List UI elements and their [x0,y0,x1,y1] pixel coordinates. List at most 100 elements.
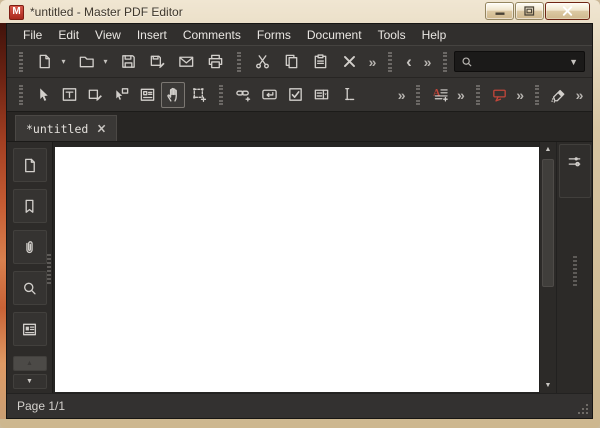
status-bar: Page 1/1 [7,393,592,418]
maximize-button[interactable] [515,2,544,20]
scrollbar-track[interactable] [540,157,556,378]
bookmarks-panel-button[interactable] [12,189,47,223]
edit-text-tool-button[interactable] [57,82,81,108]
document-page[interactable] [55,147,539,392]
search-icon [461,56,473,68]
minimize-button[interactable] [485,2,514,20]
menu-view[interactable]: View [87,26,129,44]
select-annotation-tool-button[interactable] [109,82,133,108]
menu-document[interactable]: Document [299,26,370,44]
search-input[interactable] [477,54,566,69]
sidebar-splitter-handle[interactable] [47,254,51,284]
menu-comments[interactable]: Comments [175,26,249,44]
open-document-button[interactable] [73,49,100,75]
open-document-dropdown[interactable]: ▾ [101,49,112,75]
toolbar-grip[interactable] [475,84,480,105]
comment-tools-overflow[interactable]: » [514,82,527,108]
select-tool-button[interactable] [31,82,55,108]
vertical-scrollbar[interactable]: ▲ ▼ [539,142,556,393]
cut-button[interactable] [249,49,276,75]
tab-close-icon[interactable] [97,124,106,133]
app-window: M *untitled - Master PDF Editor File Edit… [0,0,600,428]
forms-panel-button[interactable] [12,312,47,346]
main-toolbar: ▾ ▾» ‹» ▼ [7,45,592,78]
menu-forms[interactable]: Forms [249,26,299,44]
attachments-panel-button[interactable] [12,230,47,264]
search-dropdown-icon[interactable]: ▼ [569,57,578,67]
tools-toolbar: » A » » » [7,78,592,112]
sidebar-scroll-up-icon[interactable]: ▲ [12,356,47,371]
form-tools-overflow[interactable]: » [395,82,408,108]
sliders-icon [566,153,583,197]
navigation-overflow[interactable]: » [420,49,435,75]
toolbar-grip[interactable] [237,51,241,72]
win-close-icon [562,6,573,16]
right-panel [556,142,592,393]
form-view-button[interactable] [135,82,159,108]
app-logo-icon: M [9,4,24,20]
menu-insert[interactable]: Insert [129,26,175,44]
toolbar-grip[interactable] [19,51,23,72]
document-tab-bar: *untitled [7,112,592,142]
content-area: ▲ ▼ ▲ ▼ [7,142,592,393]
win-maximize-icon [524,6,535,16]
right-panel-splitter-handle[interactable] [572,256,577,286]
sidebar-scroll-buttons: ▲ ▼ [12,356,47,389]
window-resize-grip[interactable] [576,402,588,414]
navigate-back-button[interactable]: ‹ [400,49,418,75]
eraser-tool-button[interactable] [547,82,571,108]
win-minimize-icon [495,6,505,16]
menu-edit[interactable]: Edit [50,26,87,44]
menu-tools[interactable]: Tools [370,26,414,44]
properties-panel-button[interactable] [558,144,591,198]
copy-button[interactable] [278,49,305,75]
page-indicator: Page 1/1 [17,399,66,413]
delete-button[interactable] [336,49,363,75]
window-title: *untitled - Master PDF Editor [30,5,183,19]
new-document-dropdown[interactable]: ▾ [59,49,70,75]
new-document-button[interactable] [31,49,58,75]
combobox-field-tool-button[interactable] [309,82,333,108]
hand-tool-button[interactable] [161,81,186,108]
scrollbar-thumb[interactable] [542,159,554,287]
checkbox-field-tool-button[interactable] [283,82,307,108]
callout-tool-button[interactable] [488,82,512,108]
edit-object-tool-button[interactable] [83,82,107,108]
save-button[interactable] [115,49,142,75]
scroll-down-icon[interactable]: ▼ [540,378,556,393]
button-field-tool-button[interactable] [257,82,281,108]
scroll-up-icon[interactable]: ▲ [540,142,556,157]
app-frame: File Edit View Insert Comments Forms Document T… [6,23,593,419]
sidebar-buttons [12,148,47,346]
tab-label: *untitled [26,121,89,136]
menu-file[interactable]: File [15,26,50,44]
print-button[interactable] [202,49,229,75]
search-box[interactable]: ▼ [454,51,585,72]
toolbar-grip[interactable] [388,51,392,72]
add-text-comment-button[interactable]: A [428,82,452,108]
markup-tools-overflow[interactable]: » [573,82,586,108]
toolbar-grip[interactable] [19,84,23,105]
text-field-tool-button[interactable] [336,82,360,108]
search-panel-button[interactable] [12,271,47,305]
paste-button[interactable] [307,49,334,75]
toolbar-grip[interactable] [443,51,447,72]
toolbar-grip[interactable] [219,84,224,105]
window-controls [485,2,590,20]
transform-tool-button[interactable] [187,82,211,108]
thumbnails-panel-button[interactable] [12,148,47,182]
send-email-button[interactable] [173,49,200,75]
link-tool-button[interactable] [231,82,255,108]
document-tab[interactable]: *untitled [15,115,118,141]
left-sidebar: ▲ ▼ [7,142,53,393]
text-comment-overflow[interactable]: » [454,82,467,108]
toolbar-grip[interactable] [416,84,421,105]
toolbar-grip[interactable] [534,84,539,105]
document-canvas [53,142,539,393]
close-button[interactable] [545,2,590,20]
save-as-button[interactable] [144,49,171,75]
edit-tools-overflow[interactable]: » [365,49,380,75]
menu-help[interactable]: Help [414,26,455,44]
sidebar-scroll-down-icon[interactable]: ▼ [12,374,47,389]
svg-text:A: A [433,87,441,98]
